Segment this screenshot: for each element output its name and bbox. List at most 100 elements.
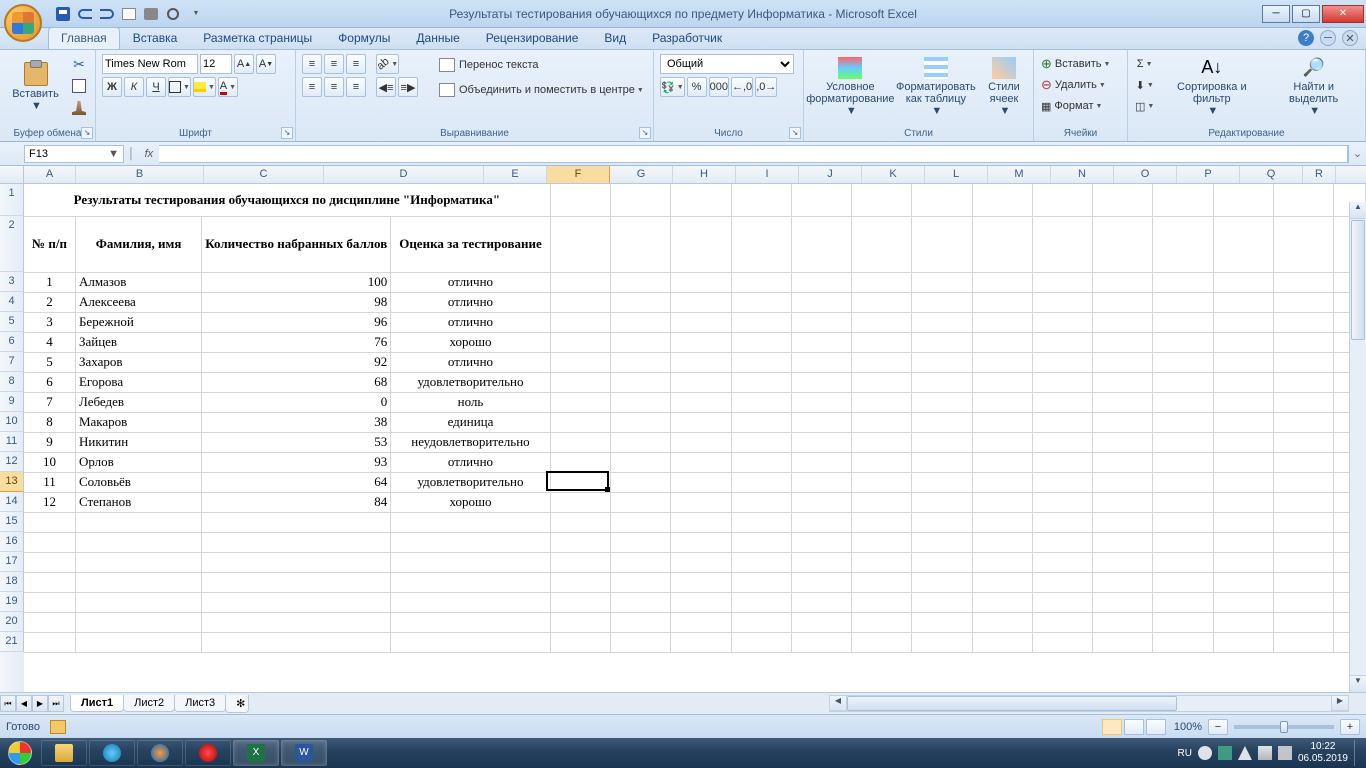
zoom-slider-thumb[interactable] [1280, 721, 1288, 733]
help-button[interactable]: ? [1298, 30, 1314, 46]
cell[interactable]: № п/п [24, 216, 75, 272]
cell[interactable] [550, 452, 610, 472]
language-indicator[interactable]: RU [1177, 748, 1191, 759]
col-header-R[interactable]: R [1303, 166, 1336, 183]
cell[interactable] [550, 332, 610, 352]
cell[interactable] [912, 452, 972, 472]
scroll-right-button[interactable]: ▶ [1331, 696, 1348, 711]
taskbar-explorer[interactable] [41, 740, 87, 766]
cell[interactable] [1032, 492, 1092, 512]
row-header-8[interactable]: 8 [0, 372, 24, 392]
cell[interactable] [550, 392, 610, 412]
cell[interactable] [972, 372, 1032, 392]
cell[interactable] [912, 292, 972, 312]
cell[interactable] [1093, 612, 1153, 632]
align-center-button[interactable]: ≡ [324, 77, 344, 97]
cell[interactable] [1032, 372, 1092, 392]
cell[interactable]: 68 [202, 372, 391, 392]
tab-pagelayout[interactable]: Разметка страницы [190, 27, 325, 49]
tray-volume-icon[interactable] [1278, 746, 1292, 760]
page-layout-view-button[interactable] [1124, 719, 1144, 735]
cell[interactable] [610, 392, 670, 412]
cell[interactable] [731, 512, 791, 532]
cell[interactable] [671, 216, 731, 272]
row-header-10[interactable]: 10 [0, 412, 24, 432]
qat-redo[interactable] [98, 5, 116, 23]
taskbar-word[interactable]: W [281, 740, 327, 766]
macro-recording-icon[interactable] [50, 720, 66, 734]
name-box[interactable]: F13▼ [24, 145, 124, 163]
cell[interactable] [972, 392, 1032, 412]
cell[interactable] [852, 452, 912, 472]
row-header-5[interactable]: 5 [0, 312, 24, 332]
cell[interactable] [912, 532, 972, 552]
cell[interactable] [852, 532, 912, 552]
cell[interactable] [791, 332, 851, 352]
underline-button[interactable]: Ч [146, 77, 166, 97]
cell[interactable] [1093, 572, 1153, 592]
cell[interactable] [1032, 592, 1092, 612]
font-dialog-launcher[interactable]: ↘ [281, 127, 293, 139]
cell[interactable] [852, 572, 912, 592]
cell[interactable] [75, 632, 201, 652]
cell[interactable] [1273, 512, 1333, 532]
cell[interactable] [972, 312, 1032, 332]
cell[interactable] [731, 612, 791, 632]
cell[interactable] [1273, 292, 1333, 312]
cell[interactable] [972, 352, 1032, 372]
minimize-ribbon-button[interactable]: ─ [1320, 30, 1336, 46]
italic-button[interactable]: К [124, 77, 144, 97]
cell[interactable] [1213, 216, 1273, 272]
cell[interactable] [1273, 412, 1333, 432]
col-header-E[interactable]: E [484, 166, 547, 183]
cell[interactable] [972, 492, 1032, 512]
cell[interactable]: 9 [24, 432, 75, 452]
cell[interactable] [610, 184, 670, 216]
cell[interactable] [610, 432, 670, 452]
cell[interactable] [1273, 272, 1333, 292]
cell[interactable]: неудовлетворительно [391, 432, 550, 452]
cell[interactable] [1213, 532, 1273, 552]
cell[interactable] [852, 352, 912, 372]
cell[interactable]: Бережной [75, 312, 201, 332]
clock[interactable]: 10:2206.05.2019 [1298, 741, 1348, 765]
cell[interactable] [1093, 184, 1153, 216]
vertical-scrollbar[interactable]: ▲ ▼ [1349, 202, 1366, 692]
cell[interactable] [1032, 332, 1092, 352]
cell[interactable] [791, 512, 851, 532]
cell[interactable] [912, 412, 972, 432]
cell[interactable] [1093, 472, 1153, 492]
horizontal-scrollbar[interactable]: ◀ ▶ [829, 695, 1349, 712]
cell[interactable] [1273, 592, 1333, 612]
cell[interactable] [852, 372, 912, 392]
cell[interactable] [550, 352, 610, 372]
merge-center-button[interactable]: Объединить и поместить в центре ▼ [434, 79, 654, 101]
decrease-decimal-button[interactable]: ,0→ [755, 77, 777, 97]
cell[interactable] [1093, 552, 1153, 572]
cell[interactable] [550, 432, 610, 452]
col-header-F[interactable]: F [547, 166, 610, 183]
cell[interactable] [1153, 432, 1213, 452]
cell[interactable] [852, 412, 912, 432]
cell[interactable] [1273, 452, 1333, 472]
cell[interactable] [731, 216, 791, 272]
cell[interactable]: Соловьёв [75, 472, 201, 492]
cell[interactable]: отлично [391, 312, 550, 332]
tab-formulas[interactable]: Формулы [325, 27, 403, 49]
cell[interactable] [972, 532, 1032, 552]
cell[interactable]: 0 [202, 392, 391, 412]
cell[interactable] [1273, 532, 1333, 552]
cell[interactable]: отлично [391, 352, 550, 372]
cell[interactable]: 10 [24, 452, 75, 472]
cell[interactable]: удовлетворительно [391, 372, 550, 392]
cell[interactable] [912, 592, 972, 612]
cell[interactable] [671, 292, 731, 312]
cell[interactable] [1273, 312, 1333, 332]
sheet-nav-last[interactable]: ⏭ [48, 695, 64, 712]
cell[interactable] [671, 412, 731, 432]
taskbar-opera[interactable] [185, 740, 231, 766]
cell[interactable] [391, 572, 550, 592]
cell[interactable] [852, 332, 912, 352]
number-dialog-launcher[interactable]: ↘ [789, 127, 801, 139]
cell[interactable] [1213, 592, 1273, 612]
